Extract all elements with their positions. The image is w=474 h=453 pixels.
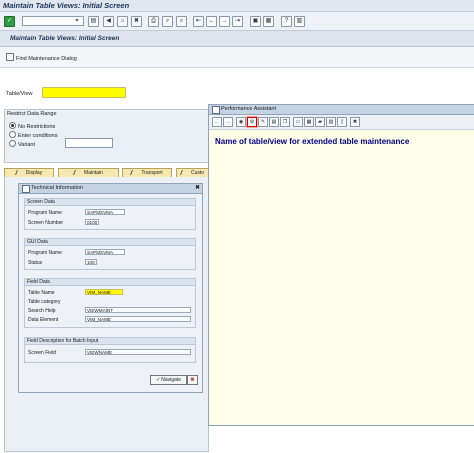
navigate-button[interactable]: ✓Navigate — [150, 375, 187, 385]
find-next-icon[interactable]: ⌕ — [176, 16, 187, 27]
screen-data-heading: Screen Data — [25, 199, 195, 206]
gui-program-name-value: SAPMSVMA — [85, 249, 125, 255]
first-page-icon[interactable]: ⇤ — [193, 16, 204, 27]
radio-icon — [9, 131, 16, 138]
radio-enter-conditions[interactable]: Enter conditions — [9, 131, 57, 139]
table-view-label: Table/View — [6, 91, 33, 97]
technical-information-dialog: Technical Information ✖ Screen Data Prog… — [18, 183, 203, 393]
cancel-button[interactable]: ✖ — [187, 375, 198, 385]
app-title-bar: Maintain Table Views: Initial Screen — [0, 31, 474, 47]
print-icon[interactable]: ⎙ — [148, 16, 159, 27]
gui-program-name-label: Program Name — [28, 250, 62, 256]
field-data-section: Field Data Table Name VIM_NAME Table cat… — [24, 278, 196, 328]
folder-icon[interactable]: ▥ — [326, 117, 336, 127]
pa-toolbar: ← → ◉ ⚙ ✎ ▤ ❐ ▭ ▦ ▰ ▥ ▯ ✖ — [209, 115, 474, 130]
details-icon[interactable]: ▦ — [304, 117, 314, 127]
save-icon[interactable]: ▤ — [88, 16, 99, 27]
window-icon[interactable]: ▭ — [293, 117, 303, 127]
prev-page-icon[interactable]: ← — [206, 16, 217, 27]
radio-selected-icon — [9, 122, 16, 129]
forward-icon[interactable]: → — [223, 117, 233, 127]
exit-icon[interactable]: ⌂ — [117, 16, 128, 27]
document-icon[interactable]: ▯ — [337, 117, 347, 127]
pa-window-icon — [212, 106, 220, 114]
chevron-down-icon[interactable]: ▾ — [72, 16, 82, 26]
help-icon[interactable]: ? — [281, 16, 292, 27]
table-category-label: Table category — [28, 299, 61, 305]
edit-icon[interactable]: ✎ — [258, 117, 268, 127]
function-tabs: Display Maintain Transport Custo — [4, 168, 209, 178]
truck-icon — [130, 170, 137, 175]
window-title: Maintain Table Views: Initial Screen — [3, 1, 130, 10]
system-toolbar: ✓ ▾ ▤ ◀ ⌂ ✖ ⎙ ⌕ ⌕ ⇤ ← → ⇥ ▣ ▦ ? ▥ — [0, 12, 474, 31]
close-icon[interactable]: ✖ — [350, 117, 360, 127]
program-name-value: SAPMSVMA — [85, 209, 125, 215]
screen-data-section: Screen Data Program Name SAPMSVMA Screen… — [24, 198, 196, 230]
program-name-label: Program Name — [28, 210, 62, 216]
status-value: 100 — [85, 259, 97, 265]
radio-no-restrictions[interactable]: No Restrictions — [9, 122, 55, 130]
batch-input-heading: Field Description for Batch Input — [25, 338, 195, 345]
technical-information-icon[interactable]: ⚙ — [247, 117, 257, 127]
cancel-icon[interactable]: ✖ — [131, 16, 142, 27]
gui-data-section: GUI Data Program Name SAPMSVMA Status 10… — [24, 238, 196, 270]
info-icon[interactable]: ▰ — [315, 117, 325, 127]
data-element-label: Data Element — [28, 317, 59, 323]
table-name-label: Table Name — [28, 290, 55, 296]
screen-field-value: VIEWNAME — [85, 349, 191, 355]
pencil-icon — [73, 170, 79, 175]
dialog-title: Technical Information — [31, 185, 83, 191]
radio-icon — [9, 140, 16, 147]
dialog-icon — [22, 185, 30, 193]
check-icon[interactable]: ✓ — [4, 16, 15, 27]
shortcut-icon[interactable]: ▦ — [263, 16, 274, 27]
status-label: Status — [28, 260, 43, 266]
check-icon: ✓ — [156, 377, 161, 383]
restrict-data-range-group: Restrict Data Range No Restrictions Ente… — [4, 109, 209, 163]
pa-titlebar: Performance Assistant — [209, 105, 474, 115]
find-icon[interactable]: ⌕ — [162, 16, 173, 27]
glasses-icon — [14, 170, 21, 175]
table-view-input[interactable] — [42, 87, 126, 98]
variant-input[interactable] — [65, 138, 113, 148]
pa-title: Performance Assistant — [221, 106, 277, 112]
next-page-icon[interactable]: → — [219, 16, 230, 27]
table-name-value: VIM_NAME — [85, 289, 123, 295]
layout-icon[interactable]: ▥ — [294, 16, 305, 27]
screen-number-label: Screen Number — [28, 220, 64, 226]
screen-field-label: Screen Field — [28, 350, 57, 356]
performance-assistant-window: Performance Assistant ← → ◉ ⚙ ✎ ▤ ❐ ▭ ▦ … — [208, 104, 474, 426]
application-toolbar: Find Maintenance Dialog — [0, 47, 474, 68]
search-help-value: VIEWMAINT — [85, 307, 191, 313]
back-icon[interactable]: ← — [212, 117, 222, 127]
last-page-icon[interactable]: ⇥ — [232, 16, 243, 27]
page-title: Maintain Table Views: Initial Screen — [10, 35, 120, 42]
pa-content-text: Name of table/view for extended table ma… — [215, 137, 410, 146]
gui-data-heading: GUI Data — [25, 239, 195, 246]
find-dialog-icon — [6, 53, 14, 61]
search-help-label: Search Help — [28, 308, 56, 314]
window-title-bar: Maintain Table Views: Initial Screen — [0, 0, 474, 12]
screen-number-value: 0100 — [85, 219, 99, 225]
restrict-data-range-title: Restrict Data Range — [7, 111, 57, 117]
data-element-value: VIM_NAME — [85, 316, 191, 322]
copy-icon[interactable]: ❐ — [280, 117, 290, 127]
close-icon[interactable]: ✖ — [195, 184, 200, 191]
dialog-titlebar: Technical Information ✖ — [19, 184, 202, 194]
back-icon[interactable]: ◀ — [103, 16, 114, 27]
display-icon[interactable]: ◉ — [236, 117, 246, 127]
comment-icon[interactable]: ▤ — [269, 117, 279, 127]
find-maintenance-dialog-button[interactable]: Find Maintenance Dialog — [6, 53, 77, 62]
customizing-icon — [180, 170, 186, 175]
batch-input-section: Field Description for Batch Input Screen… — [24, 337, 196, 363]
new-session-icon[interactable]: ▣ — [250, 16, 261, 27]
radio-variant[interactable]: Variant — [9, 140, 35, 148]
field-data-heading: Field Data — [25, 279, 195, 286]
